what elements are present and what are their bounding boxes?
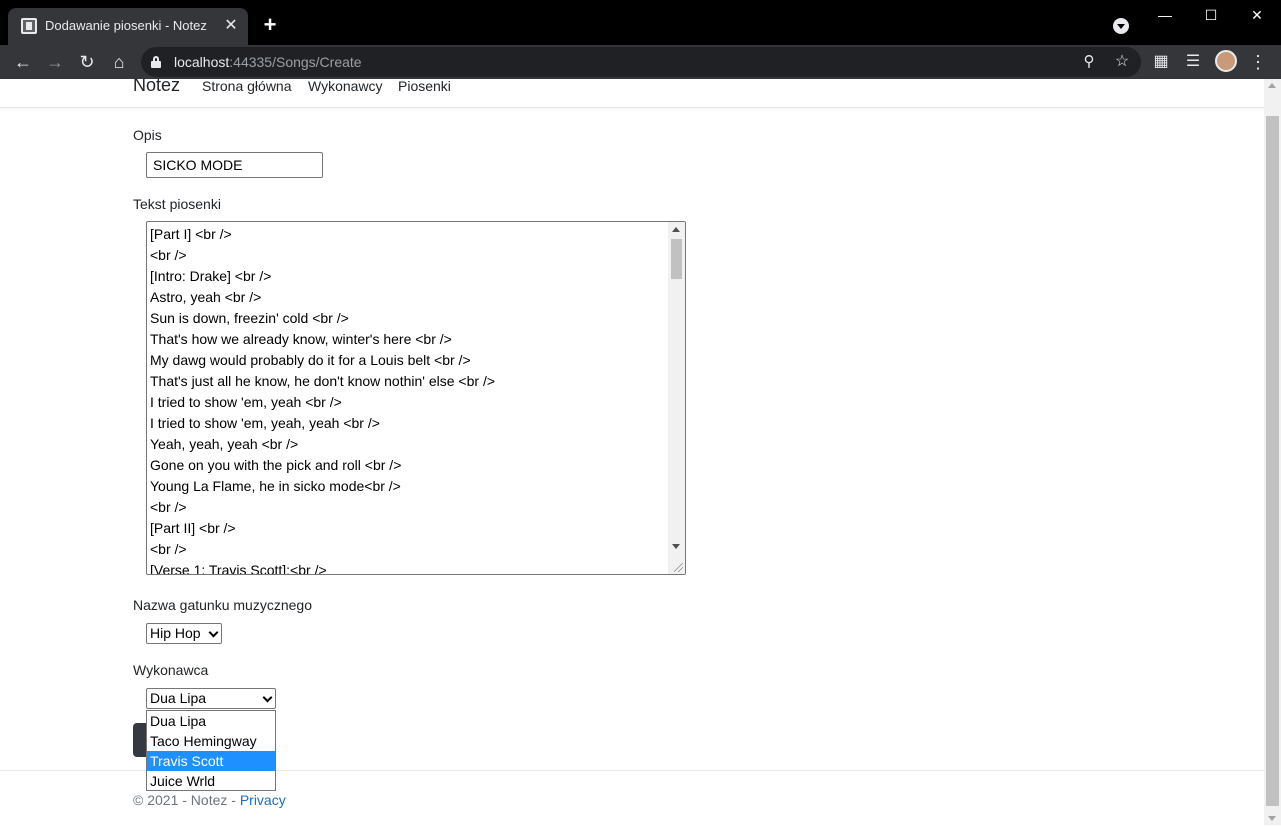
gatunek-label: Nazwa gatunku muzycznego bbox=[133, 597, 312, 613]
tab-search-icon[interactable] bbox=[1113, 18, 1129, 34]
lyrics-line: That's just all he know, he don't know n… bbox=[150, 373, 496, 389]
artist-option[interactable]: Juice Wrld bbox=[147, 771, 275, 791]
nav-link-songs[interactable]: Piosenki bbox=[398, 79, 451, 94]
page-scrollbar[interactable] bbox=[1264, 79, 1281, 825]
scroll-down-icon[interactable] bbox=[1268, 816, 1276, 821]
chevron-down-icon bbox=[262, 692, 273, 703]
scroll-up-icon[interactable] bbox=[672, 227, 680, 232]
scroll-down-icon[interactable] bbox=[672, 544, 680, 549]
genre-select-value: Hip Hop bbox=[150, 625, 201, 641]
browser-tab[interactable]: Dodawanie piosenki - Notez ✕ bbox=[8, 8, 248, 45]
lock-icon[interactable] bbox=[151, 56, 161, 68]
minimize-button[interactable]: — bbox=[1153, 5, 1177, 25]
artist-dropdown-list[interactable]: Dua Lipa Taco Hemingway Travis Scott Juice … bbox=[146, 710, 276, 791]
lyrics-line: Young La Flame, he in sicko mode<br /> bbox=[150, 478, 401, 494]
tekst-label: Tekst piosenki bbox=[133, 196, 221, 212]
page-favicon-icon bbox=[21, 18, 37, 34]
lyrics-line: [Verse 1: Travis Scott]:<br /> bbox=[150, 562, 327, 575]
wykonawca-label: Wykonawca bbox=[133, 662, 209, 678]
resize-grip-icon[interactable] bbox=[674, 563, 683, 572]
brand-link[interactable]: Notez bbox=[133, 79, 180, 96]
artist-select[interactable]: Dua Lipa bbox=[146, 688, 276, 709]
lyrics-line: Gone on you with the pick and roll <br /… bbox=[150, 457, 402, 473]
lyrics-line: My dawg would probably do it for a Louis… bbox=[150, 352, 471, 368]
lyrics-line: Yeah, yeah, yeah <br /> bbox=[150, 436, 299, 452]
lyrics-text: [Part I] <br /> <br /> [Intro: Drake] <br … bbox=[150, 224, 670, 575]
url-text[interactable]: localhost:44335/Songs/Create bbox=[174, 54, 362, 70]
genre-select[interactable]: Hip Hop bbox=[146, 623, 222, 644]
lyrics-line: I tried to show 'em, yeah <br /> bbox=[150, 394, 342, 410]
lyrics-line: [Intro: Drake] <br /> bbox=[150, 268, 272, 284]
tab-close-icon[interactable]: ✕ bbox=[222, 17, 240, 35]
footer-copyright: © 2021 - Notez - Privacy bbox=[133, 792, 286, 808]
site-navbar: Notez Strona główna Wykonawcy Piosenki bbox=[0, 79, 1264, 108]
lyrics-line: [Part II] <br /> bbox=[150, 520, 236, 536]
home-icon[interactable]: ⌂ bbox=[109, 52, 129, 72]
nav-link-artists[interactable]: Wykonawcy bbox=[308, 79, 383, 94]
lyrics-line: <br /> bbox=[150, 247, 187, 263]
browser-toolbar: ← → ↻ ⌂ localhost:44335/Songs/Create ⚲ ☆… bbox=[0, 45, 1281, 79]
back-icon[interactable]: ← bbox=[13, 52, 33, 72]
lyrics-line: Astro, yeah <br /> bbox=[150, 289, 262, 305]
scroll-up-icon[interactable] bbox=[1268, 83, 1276, 88]
submit-button[interactable] bbox=[133, 723, 147, 757]
bookmark-star-icon[interactable]: ☆ bbox=[1112, 52, 1132, 72]
page-viewport: Notez Strona główna Wykonawcy Piosenki O… bbox=[0, 79, 1264, 825]
page-scroll-thumb[interactable] bbox=[1266, 116, 1279, 806]
browser-titlebar: Dodawanie piosenki - Notez ✕ + — ☐ ✕ bbox=[0, 0, 1281, 45]
lyrics-line: <br /> bbox=[150, 541, 187, 557]
lyrics-line: That's how we already know, winter's her… bbox=[150, 331, 452, 347]
artist-option[interactable]: Taco Hemingway bbox=[147, 731, 275, 751]
zoom-icon[interactable]: ⚲ bbox=[1079, 52, 1099, 72]
lyrics-line: <br /> bbox=[150, 499, 187, 515]
forward-icon[interactable]: → bbox=[45, 52, 65, 72]
media-control-icon[interactable]: ☰ bbox=[1183, 52, 1203, 72]
maximize-button[interactable]: ☐ bbox=[1199, 5, 1223, 25]
privacy-link[interactable]: Privacy bbox=[240, 792, 286, 808]
nav-link-home[interactable]: Strona główna bbox=[202, 79, 292, 94]
new-tab-button[interactable]: + bbox=[259, 14, 281, 36]
profile-avatar[interactable] bbox=[1215, 50, 1237, 72]
close-window-button[interactable]: ✕ bbox=[1245, 5, 1269, 25]
lyrics-line: I tried to show 'em, yeah, yeah <br /> bbox=[150, 415, 380, 431]
extensions-icon[interactable]: ▦ bbox=[1151, 52, 1171, 72]
chevron-down-icon bbox=[208, 627, 219, 638]
lyrics-textarea[interactable]: [Part I] <br /> <br /> [Intro: Drake] <br … bbox=[146, 221, 686, 575]
artist-select-value: Dua Lipa bbox=[150, 690, 207, 706]
opis-label: Opis bbox=[133, 127, 162, 143]
textarea-scrollbar[interactable] bbox=[668, 222, 685, 574]
textarea-scroll-thumb[interactable] bbox=[671, 239, 682, 279]
tab-title: Dodawanie piosenki - Notez bbox=[45, 18, 207, 33]
lyrics-line: [Part I] <br /> bbox=[150, 226, 232, 242]
artist-option[interactable]: Travis Scott bbox=[147, 751, 275, 771]
address-bar[interactable]: localhost:44335/Songs/Create ⚲ ☆ bbox=[141, 47, 1141, 77]
menu-kebab-icon[interactable]: ⋮ bbox=[1248, 52, 1268, 72]
opis-input[interactable] bbox=[146, 152, 323, 178]
artist-option[interactable]: Dua Lipa bbox=[147, 711, 275, 731]
reload-icon[interactable]: ↻ bbox=[77, 52, 97, 72]
lyrics-line: Sun is down, freezin' cold <br /> bbox=[150, 310, 349, 326]
